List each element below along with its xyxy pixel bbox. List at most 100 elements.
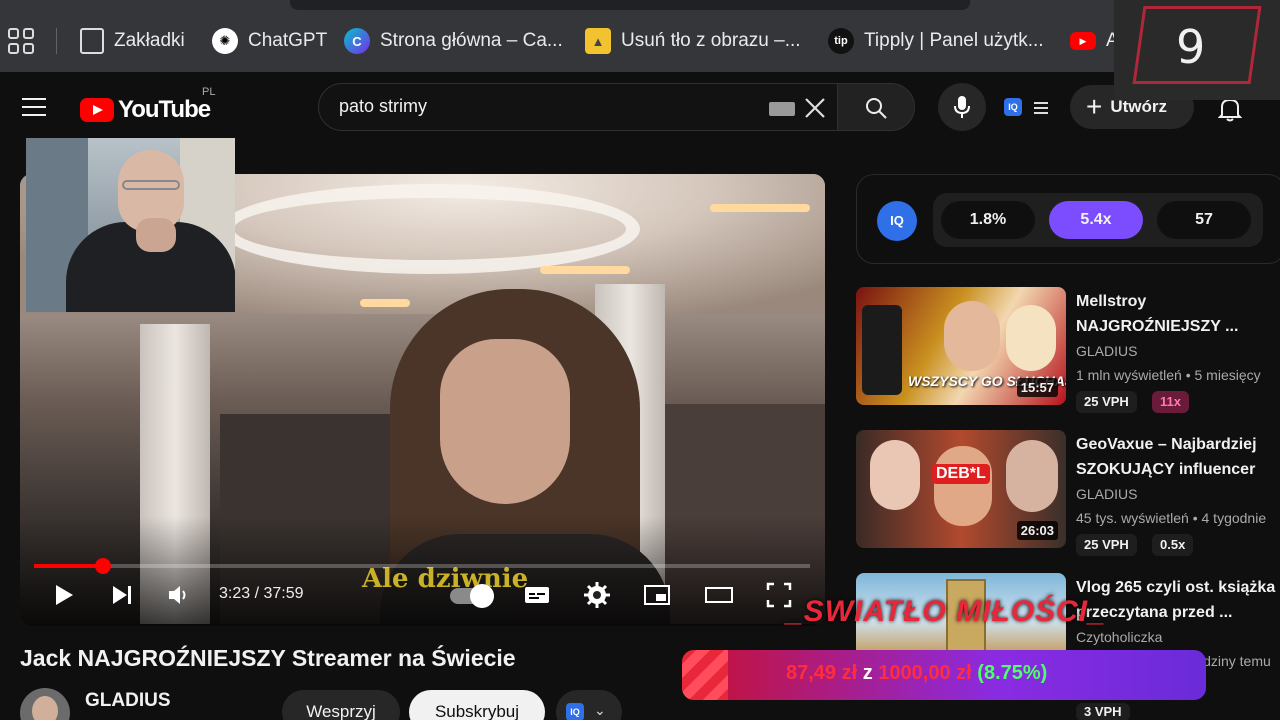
multiplier-badge: 0.5x — [1152, 534, 1194, 556]
miniplayer-icon[interactable] — [642, 580, 672, 610]
youtube-icon: ▶ — [1070, 32, 1096, 50]
iq-dropdown-button[interactable]: IQ ⌄ — [556, 690, 622, 720]
bookmarks-divider — [56, 28, 57, 54]
youtube-play-icon — [80, 98, 114, 122]
iq-stat-pill[interactable]: 1.8% — [941, 201, 1035, 239]
thumbnail-person — [934, 446, 992, 526]
iq-stat-pill[interactable]: 57 — [1157, 201, 1251, 239]
play-icon[interactable] — [48, 580, 78, 610]
multiplier-badge: 11x — [1152, 391, 1189, 413]
iq-logo-icon: IQ — [877, 201, 917, 241]
bookmark-remove-bg[interactable]: ▲ Usuń tło z obrazu –... — [585, 26, 801, 56]
bookmark-chatgpt[interactable]: ✺ ChatGPT — [212, 26, 327, 56]
webcam-person-hand — [136, 218, 176, 252]
goal-target: 1000,00 zł — [878, 662, 972, 684]
stream-counter-overlay: 9 — [1114, 0, 1280, 100]
country-code: PL — [202, 86, 216, 98]
goal-separator: z — [862, 662, 873, 684]
recommendation-channel[interactable]: GLADIUS — [1076, 343, 1137, 359]
volume-icon[interactable] — [164, 580, 194, 610]
autoplay-knob — [470, 584, 494, 608]
chatgpt-icon: ✺ — [212, 28, 238, 54]
progress-bar[interactable] — [34, 558, 810, 574]
search-input[interactable]: pato strimy — [318, 83, 838, 131]
canva-icon: C — [344, 28, 370, 54]
recommendation-title[interactable]: Vlog 265 czyli ost. książka przeczytana … — [1076, 575, 1280, 625]
bookmark-label: ChatGPT — [248, 30, 328, 51]
bookmark-zakladki[interactable]: Zakładki — [80, 26, 185, 56]
bookmark-label: Zakładki — [114, 30, 185, 51]
bookmarks-bar: Zakładki ✺ ChatGPT C Strona główna – Ca.… — [0, 0, 1280, 72]
video-frame-light — [710, 204, 810, 212]
recommendation-thumbnail[interactable]: WSZYSCY GO SŁUCHAJĄ 15:57 — [856, 287, 1066, 405]
time-display: 3:23 / 37:59 — [219, 585, 304, 602]
video-frame-person-face — [440, 339, 570, 504]
iq-badge-icon: IQ — [566, 703, 584, 720]
youtube-header: YouTube PL pato strimy IQ + Utwórz — [0, 72, 1280, 142]
subtitles-icon[interactable] — [522, 580, 552, 610]
recommendation-meta: 45 tys. wyświetleń • 4 tygodnie — [1076, 510, 1267, 526]
search-query: pato strimy — [339, 96, 428, 116]
remove-bg-icon: ▲ — [585, 28, 611, 54]
donation-goal-stripes — [682, 650, 728, 700]
iq-menu-icon[interactable] — [1034, 102, 1048, 117]
create-label: Utwórz — [1110, 97, 1168, 116]
youtube-logo-text: YouTube — [118, 96, 211, 123]
thumbnail-caption: DEB*L — [932, 464, 990, 484]
video-frame-light — [540, 266, 630, 274]
progress-played — [34, 564, 104, 568]
subscribe-button[interactable]: Subskrybuj — [409, 690, 545, 720]
bookmark-label: Tipply | Panel użytk... — [864, 30, 1044, 51]
channel-name[interactable]: GLADIUS — [85, 690, 171, 712]
recommendation-item[interactable]: DEB*L 26:03 GeoVaxue – Najbardziej SZOKU… — [856, 430, 1280, 560]
next-video-icon[interactable] — [107, 580, 137, 610]
iq-stats-group: 1.8% 5.4x 57 — [933, 193, 1263, 247]
iq-stat-pill-active[interactable]: 5.4x — [1049, 201, 1143, 239]
channel-avatar[interactable] — [20, 688, 70, 720]
recommendation-title[interactable]: Mellstroy NAJGROŹNIEJSZY ... — [1076, 289, 1280, 339]
webcam-overlay — [26, 138, 235, 312]
iq-extension-icon[interactable]: IQ — [1004, 98, 1022, 116]
tipply-icon: tip — [828, 28, 854, 54]
thumbnail-person — [1006, 305, 1056, 371]
thumbnail-phone — [862, 305, 902, 395]
video-duration: 15:57 — [1016, 378, 1058, 397]
video-frame-light — [360, 299, 410, 307]
clear-search-icon[interactable] — [803, 96, 827, 120]
donation-goal-bar: 87,49 zł z 1000,00 zł (8.75%) — [682, 650, 1206, 700]
recommendation-item[interactable]: WSZYSCY GO SŁUCHAJĄ 15:57 Mellstroy NAJG… — [856, 287, 1280, 417]
bookmark-canva[interactable]: C Strona główna – Ca... — [344, 26, 563, 56]
bookmark-youtube[interactable]: ▶ A — [1070, 26, 1119, 56]
chevron-down-icon: ⌄ — [594, 702, 606, 718]
youtube-logo[interactable]: YouTube PL — [80, 86, 215, 124]
microphone-icon — [954, 96, 970, 118]
search-icon — [866, 98, 887, 119]
video-subtitle: Ale dziwnie — [362, 564, 529, 594]
recommendation-meta: 1 mln wyświetleń • 5 miesięcy — [1076, 367, 1261, 383]
vph-badge: 3 VPH — [1076, 703, 1130, 720]
goal-percent: (8.75%) — [977, 662, 1048, 684]
keyboard-icon[interactable] — [769, 102, 795, 116]
bookmark-tipply[interactable]: tip Tipply | Panel użytk... — [828, 26, 1044, 56]
apps-grid-icon[interactable] — [8, 28, 34, 54]
search-button[interactable] — [837, 83, 915, 131]
thumbnail-person — [944, 301, 1000, 371]
donation-goal-text: 87,49 zł z 1000,00 zł (8.75%) — [786, 662, 1047, 685]
recommendation-thumbnail[interactable]: DEB*L 26:03 — [856, 430, 1066, 548]
recommendation-title[interactable]: GeoVaxue – Najbardziej SZOKUJĄCY influen… — [1076, 432, 1280, 482]
vph-badge: 25 VPH — [1076, 534, 1137, 556]
support-button[interactable]: Wesprzyj — [282, 690, 400, 720]
menu-icon[interactable] — [22, 98, 46, 116]
theater-mode-icon[interactable] — [704, 580, 734, 610]
recommendation-channel[interactable]: Czytoholiczka — [1076, 629, 1162, 645]
autoplay-toggle[interactable] — [450, 584, 494, 608]
recommendation-channel[interactable]: GLADIUS — [1076, 486, 1137, 502]
thumbnail-person — [870, 440, 920, 510]
video-title: Jack NAJGROŹNIEJSZY Streamer na Świecie — [20, 645, 516, 671]
voice-search-button[interactable] — [938, 83, 986, 131]
settings-gear-icon[interactable] — [582, 580, 612, 610]
goal-current: 87,49 zł — [786, 662, 858, 684]
webcam-person-glasses — [122, 180, 180, 190]
vph-badge: 25 VPH — [1076, 391, 1137, 413]
stream-headline-overlay: _SWIATŁO MIŁOŚCI_ — [786, 595, 1106, 628]
